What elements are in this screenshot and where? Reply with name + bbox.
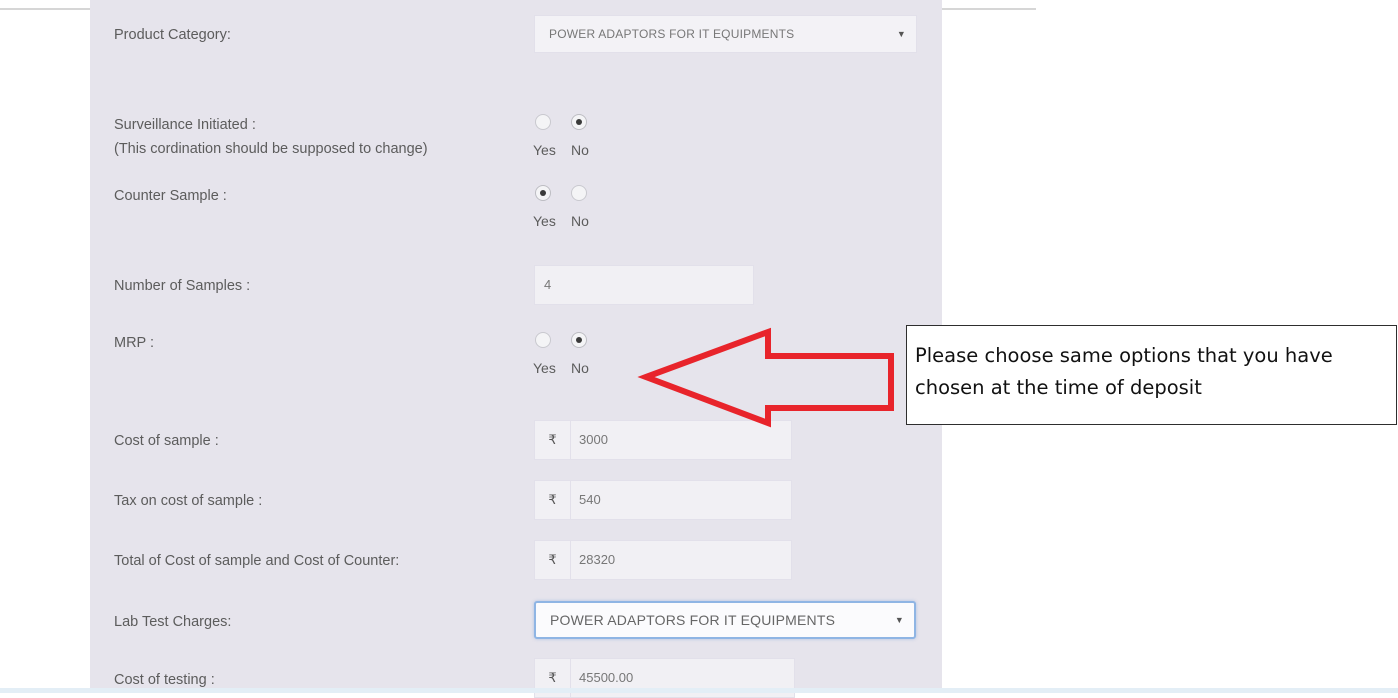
annotation-arrow-shape (637, 327, 894, 428)
callout-text: Please choose same options that you have… (915, 344, 1333, 399)
bottom-edge (0, 688, 1398, 693)
instruction-callout: Please choose same options that you have… (906, 325, 1397, 425)
